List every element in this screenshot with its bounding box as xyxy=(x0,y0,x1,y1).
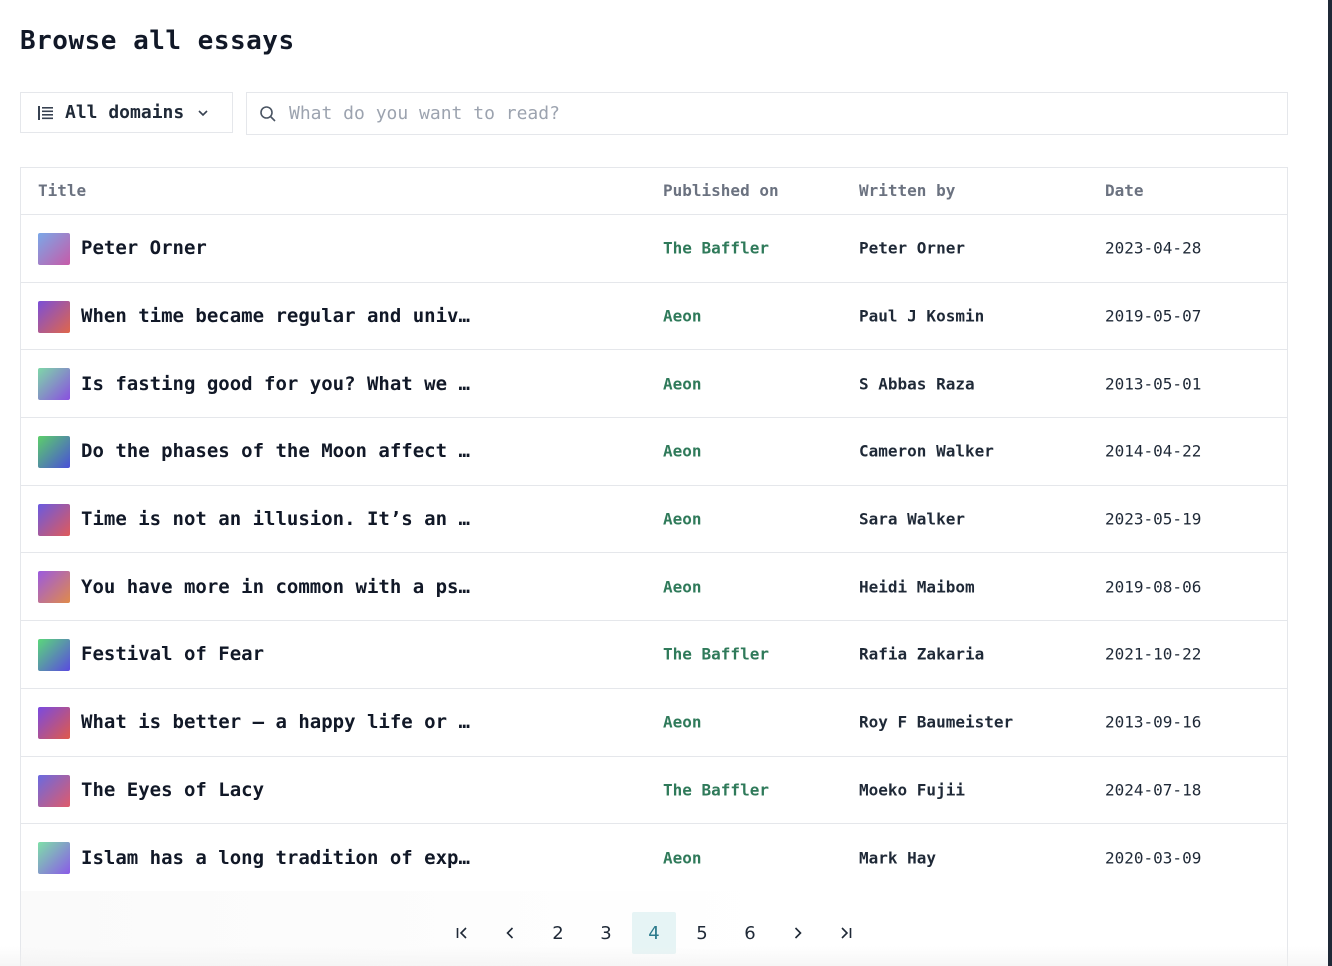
table-row[interactable]: Islam has a long tradition of expl… Aeon… xyxy=(21,824,1287,892)
essay-title[interactable]: Islam has a long tradition of expl… xyxy=(81,847,481,869)
table-row[interactable]: Time is not an illusion. It’s an o… Aeon… xyxy=(21,486,1287,554)
essay-title[interactable]: Time is not an illusion. It’s an o… xyxy=(81,508,481,530)
list-icon xyxy=(37,104,55,122)
chevron-right-icon xyxy=(790,925,806,941)
essay-thumbnail xyxy=(38,571,70,604)
essay-author[interactable]: Moeko Fujii xyxy=(859,780,965,799)
essay-publication[interactable]: Aeon xyxy=(663,713,702,732)
essay-title[interactable]: What is better – a happy life or a… xyxy=(81,711,481,733)
essay-author[interactable]: Paul J Kosmin xyxy=(859,307,984,326)
column-header-published-on[interactable]: Published on xyxy=(663,181,779,200)
table-row[interactable]: When time became regular and unive… Aeon… xyxy=(21,283,1287,351)
essay-author[interactable]: Sara Walker xyxy=(859,510,965,529)
table-row[interactable]: Do the phases of the Moon affect h… Aeon… xyxy=(21,418,1287,486)
page-button[interactable]: 3 xyxy=(584,912,628,954)
essays-table: Title Published on Written by Date Peter… xyxy=(20,167,1288,966)
essay-author[interactable]: S Abbas Raza xyxy=(859,374,975,393)
essay-publication[interactable]: Aeon xyxy=(663,374,702,393)
last-page-button[interactable] xyxy=(824,912,868,954)
essay-publication[interactable]: Aeon xyxy=(663,442,702,461)
essay-thumbnail xyxy=(38,774,70,807)
essay-author[interactable]: Heidi Maibom xyxy=(859,577,975,596)
essay-publication[interactable]: The Baffler xyxy=(663,239,769,258)
essay-thumbnail xyxy=(38,639,70,672)
search-input[interactable] xyxy=(287,102,1287,125)
essay-date: 2019-05-07 xyxy=(1105,306,1202,326)
table-header: Title Published on Written by Date xyxy=(21,168,1287,215)
essay-date: 2020-03-09 xyxy=(1105,848,1202,868)
essay-title[interactable]: Peter Orner xyxy=(81,237,207,259)
essay-author[interactable]: Cameron Walker xyxy=(859,442,994,461)
essay-thumbnail xyxy=(38,300,70,333)
table-row[interactable]: Peter Orner The Baffler Peter Orner 2023… xyxy=(21,215,1287,283)
essay-author[interactable]: Mark Hay xyxy=(859,848,936,867)
last-page-icon xyxy=(838,925,854,941)
essay-publication[interactable]: Aeon xyxy=(663,307,702,326)
pagination: 2 3 4 5 6 xyxy=(21,891,1287,966)
essay-date: 2019-08-06 xyxy=(1105,577,1202,597)
essay-date: 2021-10-22 xyxy=(1105,644,1202,664)
page: Browse all essays All domains What do yo… xyxy=(0,0,1332,966)
domain-filter-dropdown[interactable]: All domains xyxy=(20,92,233,133)
essay-author[interactable]: Rafia Zakaria xyxy=(859,645,984,664)
essay-publication[interactable]: Aeon xyxy=(663,848,702,867)
domain-filter-label: All domains xyxy=(65,102,185,123)
column-header-date[interactable]: Date xyxy=(1105,181,1144,200)
current-page-button[interactable]: 4 xyxy=(632,912,676,954)
page-button[interactable]: 5 xyxy=(680,912,724,954)
search-box xyxy=(246,92,1288,135)
chevron-down-icon xyxy=(196,106,210,120)
essay-date: 2013-05-01 xyxy=(1105,374,1202,394)
essay-publication[interactable]: The Baffler xyxy=(663,645,769,664)
essay-title[interactable]: You have more in common with a psy… xyxy=(81,576,481,598)
table-row[interactable]: Festival of Fear The Baffler Rafia Zakar… xyxy=(21,621,1287,689)
essay-date: 2023-04-28 xyxy=(1105,238,1202,258)
essay-publication[interactable]: The Baffler xyxy=(663,780,769,799)
table-row[interactable]: The Eyes of Lacy The Baffler Moeko Fujii… xyxy=(21,757,1287,825)
chevron-left-icon xyxy=(502,925,518,941)
essay-title[interactable]: When time became regular and unive… xyxy=(81,305,481,327)
essay-date: 2013-09-16 xyxy=(1105,712,1202,732)
essay-title[interactable]: Do the phases of the Moon affect h… xyxy=(81,440,481,462)
essay-title[interactable]: Is fasting good for you? What we k… xyxy=(81,373,481,395)
essay-title[interactable]: Festival of Fear xyxy=(81,643,264,665)
essay-thumbnail xyxy=(38,368,70,401)
next-page-button[interactable] xyxy=(776,912,820,954)
first-page-button[interactable] xyxy=(440,912,484,954)
essay-thumbnail xyxy=(38,436,70,469)
essay-author[interactable]: Peter Orner xyxy=(859,239,965,258)
column-header-title[interactable]: Title xyxy=(38,181,86,200)
essay-thumbnail xyxy=(38,503,70,536)
column-header-written-by[interactable]: Written by xyxy=(859,181,955,200)
essay-publication[interactable]: Aeon xyxy=(663,510,702,529)
first-page-icon xyxy=(454,925,470,941)
essay-date: 2024-07-18 xyxy=(1105,780,1202,800)
table-body: Peter Orner The Baffler Peter Orner 2023… xyxy=(21,215,1287,892)
essay-title[interactable]: The Eyes of Lacy xyxy=(81,779,264,801)
search-icon xyxy=(259,105,277,123)
table-row[interactable]: Is fasting good for you? What we k… Aeon… xyxy=(21,350,1287,419)
essay-author[interactable]: Roy F Baumeister xyxy=(859,713,1013,732)
essay-thumbnail xyxy=(38,842,70,875)
essay-thumbnail xyxy=(38,233,70,265)
page-title: Browse all essays xyxy=(20,26,295,56)
essay-date: 2023-05-19 xyxy=(1105,509,1202,529)
previous-page-button[interactable] xyxy=(488,912,532,954)
essay-publication[interactable]: Aeon xyxy=(663,577,702,596)
page-button[interactable]: 6 xyxy=(728,912,772,954)
window-edge xyxy=(1328,0,1332,966)
table-row[interactable]: You have more in common with a psy… Aeon… xyxy=(21,553,1287,622)
essay-date: 2014-04-22 xyxy=(1105,441,1202,461)
essay-thumbnail xyxy=(38,706,70,739)
page-button[interactable]: 2 xyxy=(536,912,580,954)
table-row[interactable]: What is better – a happy life or a… Aeon… xyxy=(21,689,1287,757)
